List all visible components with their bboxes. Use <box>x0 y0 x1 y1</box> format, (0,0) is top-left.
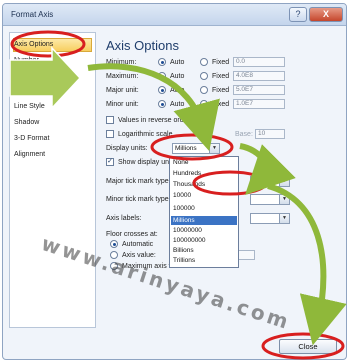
dialog-title: Format Axis <box>11 10 54 19</box>
dropdown-option[interactable]: 10000000 <box>173 227 202 234</box>
major-unit-label: Major unit: <box>106 87 139 94</box>
nav-item-alignment[interactable]: Alignment <box>14 151 45 158</box>
major-unit-auto-label: Auto <box>170 87 185 94</box>
minor-unit-value-field[interactable]: 1.0E7 <box>233 99 285 109</box>
major-unit-value-field[interactable]: 5.0E7 <box>233 85 285 95</box>
minimum-fixed-label: Fixed <box>212 59 230 66</box>
display-units-dropdown: None Hundreds Thousands 10000 100000 Mil… <box>169 156 239 268</box>
major-unit-fixed-radio[interactable] <box>200 86 208 94</box>
minimum-fixed-radio[interactable] <box>200 58 208 66</box>
axis-labels-label: Axis labels: <box>106 215 142 222</box>
maximum-fixed-label: Fixed <box>212 73 230 80</box>
major-tick-select[interactable]: ▼ <box>250 176 290 187</box>
display-units-select[interactable]: Millions ▼ <box>172 143 220 154</box>
show-display-units-checkbox[interactable]: ✓ <box>106 158 114 166</box>
chevron-down-icon[interactable]: ▼ <box>209 144 219 153</box>
log-scale-checkbox[interactable] <box>106 130 114 138</box>
display-units-value: Millions <box>175 145 197 152</box>
maximum-auto-label: Auto <box>170 73 185 80</box>
dropdown-option[interactable]: None <box>173 159 189 166</box>
window-close-button[interactable]: X <box>309 7 343 22</box>
nav-item-fill[interactable]: Fill <box>14 73 23 80</box>
nav-item-axis-options[interactable]: Axis Options <box>14 41 53 48</box>
chevron-down-icon[interactable]: ▼ <box>279 195 289 204</box>
dropdown-option-selected[interactable]: Millions <box>173 217 195 224</box>
category-list: Axis Options Number Fill Line Color Line… <box>9 32 96 328</box>
chevron-down-icon[interactable]: ▼ <box>279 177 289 186</box>
minor-tick-select[interactable]: ▼ <box>250 194 290 205</box>
minor-unit-auto-radio[interactable] <box>158 100 166 108</box>
log-base-label: Base: <box>235 131 253 138</box>
nav-item-3d-format[interactable]: 3-D Format <box>14 135 49 142</box>
major-unit-fixed-label: Fixed <box>212 87 230 94</box>
axis-labels-select[interactable]: ▼ <box>250 213 290 224</box>
floor-automatic-radio[interactable] <box>110 240 118 248</box>
maximum-label: Maximum: <box>106 73 139 80</box>
minor-tick-label: Minor tick mark type: <box>106 196 171 203</box>
minimum-label: Minimum: <box>106 59 137 66</box>
display-units-label: Display units: <box>106 145 148 152</box>
log-base-field[interactable]: 10 <box>255 129 285 139</box>
panel-heading: Axis Options <box>106 38 179 53</box>
floor-automatic-label: Automatic <box>122 241 154 248</box>
chevron-down-icon[interactable]: ▼ <box>279 214 289 223</box>
nav-item-number[interactable]: Number <box>14 57 39 64</box>
dropdown-option[interactable]: Trillions <box>173 257 195 264</box>
title-bar: Format Axis ? X <box>3 4 346 26</box>
dropdown-option[interactable]: Billions <box>173 247 194 254</box>
minimum-auto-radio[interactable] <box>158 58 166 66</box>
minor-unit-auto-label: Auto <box>170 101 185 108</box>
maximum-value-field[interactable]: 4.0E8 <box>233 71 285 81</box>
minor-unit-fixed-radio[interactable] <box>200 100 208 108</box>
log-scale-label: Logarithmic scale <box>118 131 173 138</box>
minor-unit-label: Minor unit: <box>106 101 139 108</box>
minimum-value-field[interactable]: 0.0 <box>233 57 285 67</box>
dropdown-option[interactable]: 100000000 <box>173 237 206 244</box>
minor-unit-fixed-label: Fixed <box>212 101 230 108</box>
major-unit-auto-radio[interactable] <box>158 86 166 94</box>
nav-item-shadow[interactable]: Shadow <box>14 119 39 126</box>
dropdown-option[interactable]: Thousands <box>173 181 205 188</box>
values-reverse-checkbox[interactable] <box>106 116 114 124</box>
dropdown-option[interactable]: 10000 <box>173 192 191 199</box>
maximum-auto-radio[interactable] <box>158 72 166 80</box>
close-button[interactable]: Close <box>279 339 337 354</box>
floor-crosses-label: Floor crosses at: <box>106 231 158 238</box>
dropdown-option[interactable]: Hundreds <box>173 170 201 177</box>
dropdown-option[interactable]: 100000 <box>173 205 195 212</box>
format-axis-dialog: Format Axis ? X Axis Options Number Fill… <box>2 3 347 360</box>
nav-item-line-style[interactable]: Line Style <box>14 103 45 110</box>
nav-item-line-color[interactable]: Line Color <box>14 89 46 96</box>
maximum-fixed-radio[interactable] <box>200 72 208 80</box>
major-tick-label: Major tick mark type: <box>106 178 171 185</box>
values-reverse-label: Values in reverse order <box>118 117 190 124</box>
help-button[interactable]: ? <box>289 7 307 22</box>
minimum-auto-label: Auto <box>170 59 185 66</box>
